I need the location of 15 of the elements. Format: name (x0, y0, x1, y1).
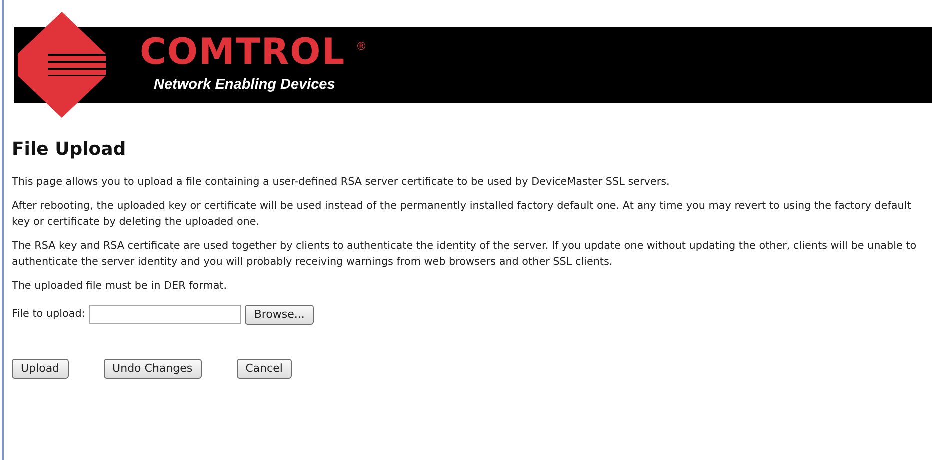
field-label: File to upload: (12, 306, 86, 322)
browse-button[interactable]: Browse... (245, 304, 314, 325)
page-title: File Upload (12, 139, 128, 161)
tagline: Network Enabling Devices (154, 77, 336, 94)
registered-mark: ® (356, 39, 367, 55)
file-input-field[interactable] (89, 305, 242, 324)
paragraph: The RSA key and RSA certificate are used together by clients to authenticate the identity of the server. If you update one without updating the other, clients will be unable to authenticate the server identity and you will probably receiving warnings from web browsers and other SSL clients. (12, 238, 918, 270)
form-button[interactable]: Undo Changes (104, 358, 202, 379)
paragraph: The uploaded file must be in DER format. (12, 278, 228, 294)
form-button[interactable]: Upload (12, 358, 69, 379)
paragraph: After rebooting, the uploaded key or certificate will be used instead of the permanently installed factory default one. At any time you may revert to using the factory default key or certificate by deleting the uploaded one. (12, 198, 912, 230)
form-button[interactable]: Cancel (236, 358, 292, 379)
logo-diamond-icon (18, 12, 106, 118)
brand-name: COMTROL (140, 31, 346, 74)
paragraph: This page allows you to upload a file containing a user-defined RSA server certificate to be used by DeviceMaster SSL servers. (12, 174, 671, 190)
